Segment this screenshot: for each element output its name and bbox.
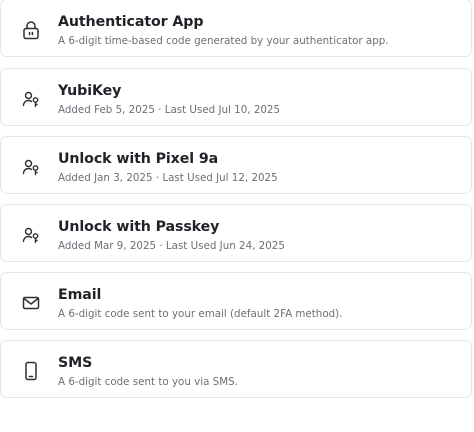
method-card-passkey[interactable]: Unlock with Passkey Added Mar 9, 2025 · …	[0, 204, 472, 262]
method-title: Email	[58, 287, 102, 303]
lock-icon	[20, 19, 42, 41]
method-card-authenticator-app[interactable]: Authenticator App A 6-digit time-based c…	[0, 0, 472, 57]
method-title: Unlock with Pixel 9a	[58, 151, 219, 167]
smartphone-icon	[20, 360, 42, 382]
method-meta: Added Feb 5, 2025 · Last Used Jul 10, 20…	[58, 104, 281, 116]
method-card-email[interactable]: Email A 6-digit code sent to your email …	[0, 272, 472, 330]
method-card-sms[interactable]: SMS A 6-digit code sent to you via SMS.	[0, 340, 472, 398]
method-title: YubiKey	[58, 83, 122, 99]
method-description: A 6-digit time-based code generated by y…	[58, 35, 389, 47]
method-title: SMS	[58, 355, 93, 371]
user-key-icon	[20, 224, 42, 246]
user-key-icon	[20, 156, 42, 178]
method-title: Unlock with Passkey	[58, 219, 220, 235]
method-title: Authenticator App	[58, 14, 204, 30]
method-card-pixel-9a[interactable]: Unlock with Pixel 9a Added Jan 3, 2025 ·…	[0, 136, 472, 194]
method-description: A 6-digit code sent to your email (defau…	[58, 308, 343, 320]
method-description: A 6-digit code sent to you via SMS.	[58, 376, 238, 388]
mail-icon	[20, 292, 42, 314]
user-key-icon	[20, 88, 42, 110]
method-card-yubikey[interactable]: YubiKey Added Feb 5, 2025 · Last Used Ju…	[0, 68, 472, 126]
method-meta: Added Mar 9, 2025 · Last Used Jun 24, 20…	[58, 240, 285, 252]
method-meta: Added Jan 3, 2025 · Last Used Jul 12, 20…	[58, 172, 278, 184]
